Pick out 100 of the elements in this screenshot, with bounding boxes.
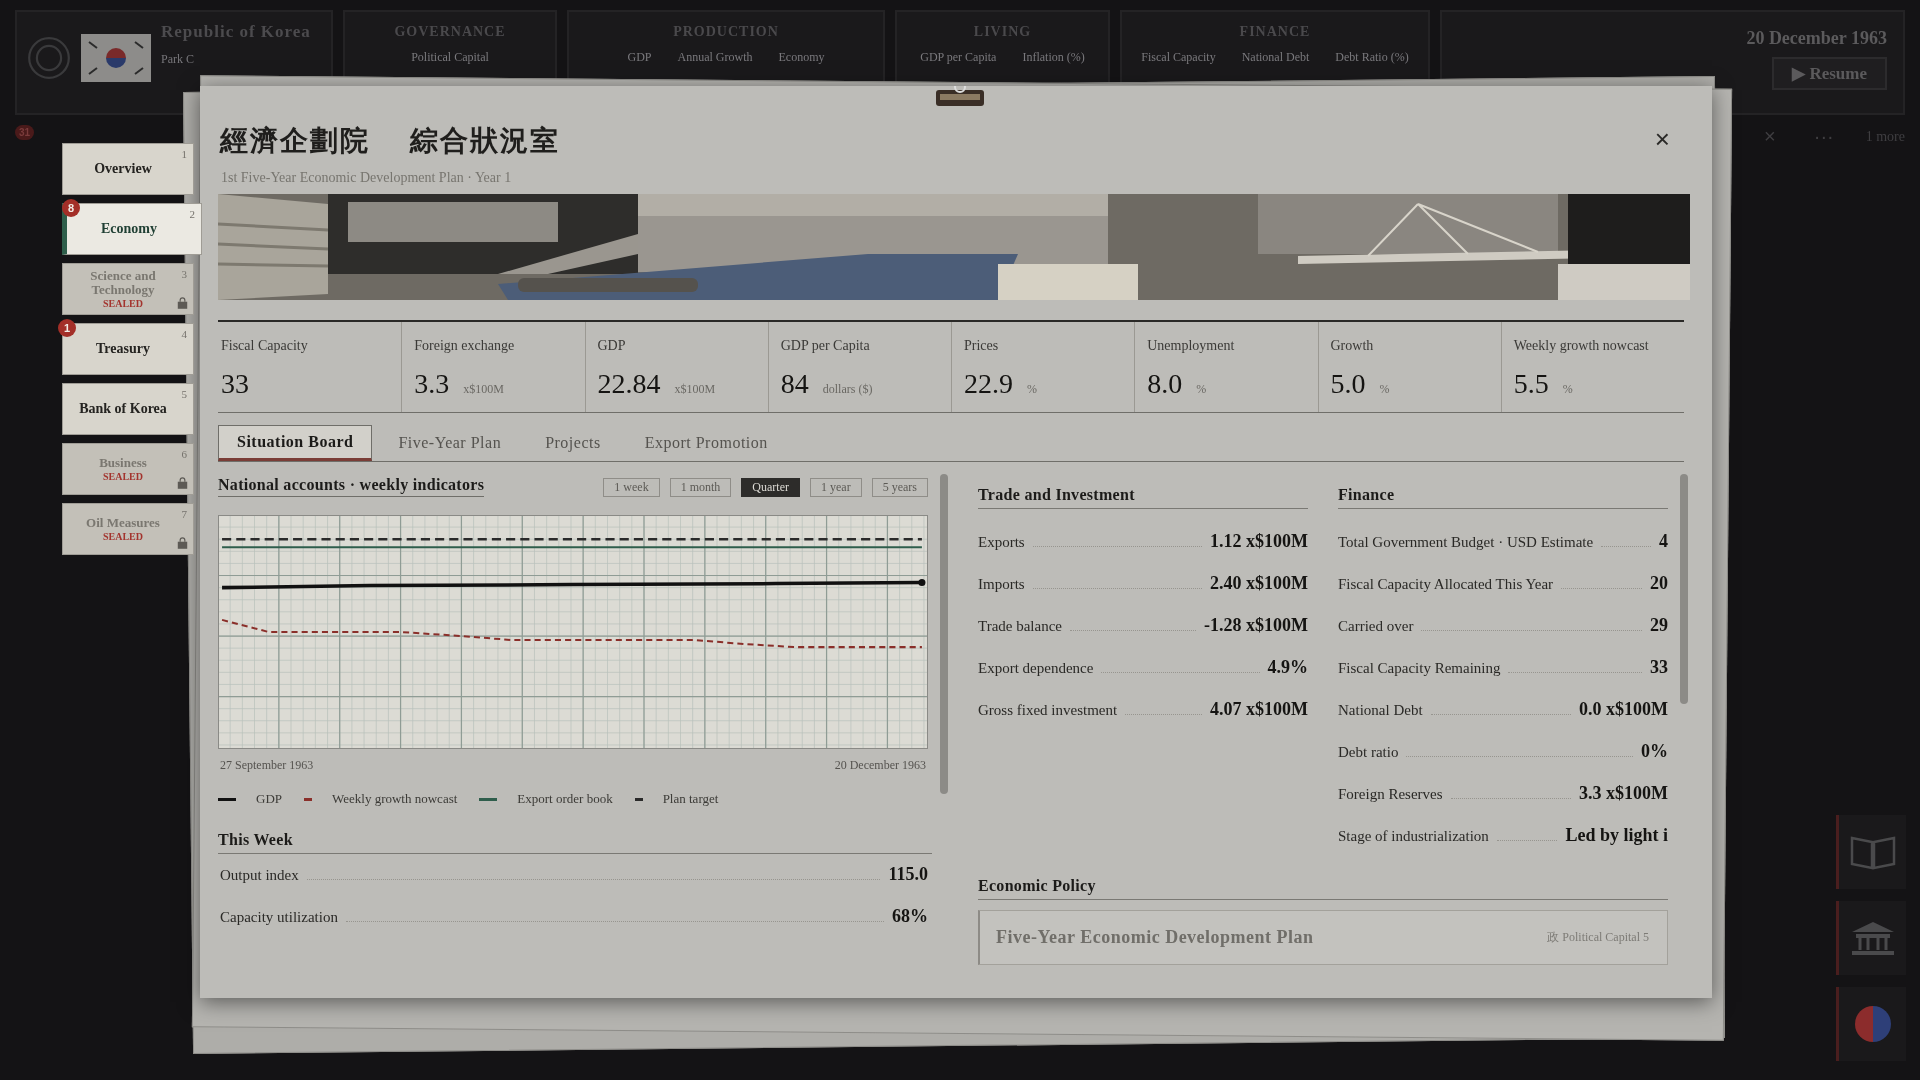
stat-unit: x$100M bbox=[674, 382, 716, 397]
stat-label: Growth bbox=[1330, 338, 1375, 354]
tab-label: Overview bbox=[94, 161, 152, 177]
row-value: 115.0 bbox=[888, 864, 928, 885]
row-value: 20 bbox=[1650, 573, 1668, 594]
count-badge: 1 bbox=[58, 319, 76, 337]
hotkey-label: 3 bbox=[181, 268, 187, 280]
range-button[interactable]: 1 year bbox=[810, 478, 862, 497]
stat-value: 3.3 bbox=[414, 368, 450, 400]
stat-label: National Debt bbox=[1241, 50, 1310, 65]
policy-name: Five-Year Economic Development Plan bbox=[996, 927, 1314, 948]
row-value: 68% bbox=[892, 906, 928, 927]
stat-value: 8.0 bbox=[1147, 368, 1183, 400]
stat-label: Foreign exchange bbox=[414, 338, 516, 354]
lock-icon bbox=[177, 536, 188, 549]
row-label: Imports bbox=[978, 575, 1025, 594]
range-button[interactable]: Quarter bbox=[741, 478, 800, 497]
stat-label: Weekly growth nowcast bbox=[1513, 338, 1650, 354]
tab-label: Science and Technology bbox=[89, 268, 157, 298]
sealed-label: SEALED bbox=[103, 531, 143, 543]
stat-label: Fiscal Capacity bbox=[1141, 50, 1216, 65]
building-button[interactable] bbox=[1836, 901, 1906, 975]
range-button[interactable]: 1 month bbox=[669, 478, 732, 497]
hotkey-label: 6 bbox=[181, 448, 187, 460]
hotkey-label: 1 bbox=[181, 148, 187, 160]
row-label: Export dependence bbox=[978, 659, 1094, 678]
row-label: Foreign Reserves bbox=[1338, 785, 1443, 804]
sidebar-tab[interactable]: Science and Technology SEALED 3 bbox=[62, 263, 194, 315]
tab[interactable]: Projects bbox=[527, 425, 619, 461]
stat-label: GDP bbox=[597, 338, 627, 354]
dialog-title: 綜合狀況室 bbox=[410, 124, 560, 158]
game-date: 20 December 1963 bbox=[1746, 28, 1887, 49]
axis-date: 20 December 1963 bbox=[834, 758, 926, 773]
row-value: 0% bbox=[1641, 741, 1668, 762]
section-title: Economic Policy bbox=[978, 877, 1668, 900]
count-badge: 8 bbox=[62, 199, 80, 217]
close-button[interactable]: × bbox=[1650, 124, 1674, 155]
policy-card[interactable]: Five-Year Economic Development Plan 政 Political Capital 5 bbox=[978, 910, 1668, 965]
stat-value: 5.0 bbox=[1330, 368, 1366, 400]
stat-unit: x$100M bbox=[463, 382, 504, 397]
stat-value: 33 bbox=[221, 368, 249, 400]
hotkey-label: 7 bbox=[181, 508, 187, 520]
axis-date: 27 September 1963 bbox=[220, 758, 314, 773]
book-button[interactable] bbox=[1836, 815, 1906, 889]
tab[interactable]: Situation Board bbox=[218, 425, 373, 461]
tab-label: Bank of Korea bbox=[79, 401, 167, 417]
row-label: Exports bbox=[978, 533, 1025, 552]
tab[interactable]: Five-Year Plan bbox=[380, 425, 520, 461]
leader-name: Park C bbox=[161, 52, 195, 67]
stat-unit: % bbox=[1027, 382, 1037, 397]
stat-label: Debt Ratio (%) bbox=[1335, 50, 1409, 65]
sealed-label: SEALED bbox=[103, 471, 143, 483]
stat-label: GDP bbox=[627, 50, 652, 65]
sidebar-tab[interactable]: Business SEALED 6 bbox=[62, 443, 194, 495]
emblem-button[interactable] bbox=[1836, 987, 1906, 1061]
row-label: Stage of industrialization bbox=[1338, 827, 1489, 846]
policy-cost: 政 Political Capital 5 bbox=[1547, 929, 1649, 946]
tab-label: Business bbox=[99, 455, 147, 471]
scrollbar[interactable] bbox=[940, 474, 948, 794]
row-label: Fiscal Capacity Remaining bbox=[1338, 659, 1501, 678]
emblem-icon bbox=[27, 36, 71, 80]
stat-label: GDP per Capita bbox=[780, 338, 871, 354]
range-button[interactable]: 5 years bbox=[871, 478, 928, 497]
stat-label: Fiscal Capacity bbox=[221, 338, 309, 354]
row-value: 4 bbox=[1659, 531, 1668, 552]
row-value: 0.0 x$100M bbox=[1579, 699, 1668, 720]
sealed-label: SEALED bbox=[103, 298, 143, 310]
stat-label: Economy bbox=[778, 50, 825, 65]
row-value: 29 bbox=[1650, 615, 1668, 636]
stat-label: Prices bbox=[964, 338, 1000, 354]
row-label: National Debt bbox=[1338, 701, 1423, 720]
scrollbar[interactable] bbox=[1680, 474, 1688, 704]
chart-title: National accounts · weekly indicators bbox=[218, 476, 485, 497]
stat-unit: % bbox=[1379, 382, 1390, 397]
stat-value: 22.9 bbox=[964, 368, 1013, 400]
dialog-title: 經濟企劃院 bbox=[220, 124, 370, 158]
sidebar-tab[interactable]: Bank of Korea 5 bbox=[62, 383, 194, 435]
lock-icon bbox=[177, 296, 188, 309]
row-label: Carried over bbox=[1338, 617, 1414, 636]
tab-label: Economy bbox=[101, 221, 157, 237]
row-value: 4.07 x$100M bbox=[1210, 699, 1308, 720]
row-value: 1.12 x$100M bbox=[1210, 531, 1308, 552]
lock-icon bbox=[177, 476, 188, 489]
stat-label: Annual Growth bbox=[677, 50, 753, 65]
row-value: Led by light i bbox=[1565, 825, 1668, 846]
sidebar-tab[interactable]: Oil Measures SEALED 7 bbox=[62, 503, 194, 555]
row-value: -1.28 x$100M bbox=[1204, 615, 1308, 636]
sidebar-tab[interactable]: Overview 1 bbox=[62, 143, 194, 195]
range-button[interactable]: 1 week bbox=[603, 478, 660, 497]
row-value: 2.40 x$100M bbox=[1210, 573, 1308, 594]
resume-button[interactable]: ▶ Resume bbox=[1772, 57, 1887, 90]
row-label: Total Government Budget · USD Estimate bbox=[1338, 533, 1594, 552]
tab[interactable]: Export Promotion bbox=[626, 425, 786, 461]
row-value: 33 bbox=[1650, 657, 1668, 678]
legend-label: GDP bbox=[256, 791, 282, 807]
hotkey-label: 5 bbox=[181, 388, 187, 400]
row-value: 4.9% bbox=[1267, 657, 1308, 678]
row-value: 3.3 x$100M bbox=[1579, 783, 1668, 804]
row-label: Gross fixed investment bbox=[978, 701, 1118, 720]
hotkey-label: 4 bbox=[181, 328, 187, 340]
